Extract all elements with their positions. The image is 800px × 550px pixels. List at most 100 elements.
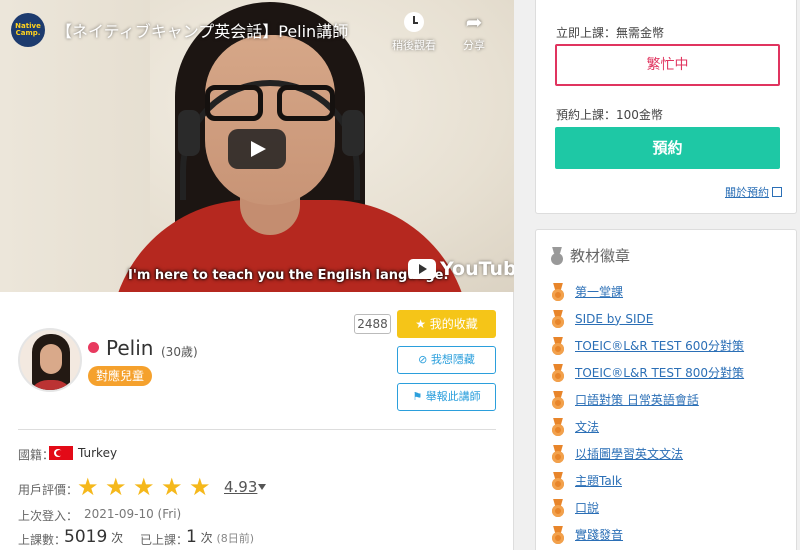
list-item: TOEIC®L&R TEST 600分對策 bbox=[551, 332, 744, 359]
hide-label: 我想隱藏 bbox=[430, 353, 475, 366]
eye-slash-icon: ⊘ bbox=[418, 353, 428, 366]
medal-icon bbox=[550, 247, 564, 265]
list-item: 文法 bbox=[551, 413, 744, 440]
channel-logo[interactable]: Native Camp. bbox=[11, 13, 45, 47]
youtube-play-icon bbox=[408, 259, 436, 279]
play-button[interactable] bbox=[228, 129, 286, 169]
taken-count-wrap: 1 次 (8日前) bbox=[186, 527, 254, 547]
badge-link[interactable]: TOEIC®L&R TEST 800分對策 bbox=[575, 364, 744, 381]
channel-logo-line2: Camp. bbox=[15, 29, 41, 37]
nationality-value: Turkey bbox=[78, 446, 118, 460]
badge-link[interactable]: 口說 bbox=[575, 499, 599, 516]
list-item: 實踐發音 bbox=[551, 521, 744, 548]
list-item: 口說 bbox=[551, 494, 744, 521]
star-icon: ★ bbox=[161, 473, 183, 501]
rating-stars: ★ ★ ★ ★ ★ bbox=[77, 473, 211, 501]
medal-icon bbox=[551, 337, 565, 355]
headset-ear-left bbox=[178, 110, 200, 156]
reserve-button[interactable]: 預約 bbox=[555, 127, 780, 169]
badge-link[interactable]: 主題Talk bbox=[575, 472, 622, 489]
avatar bbox=[18, 328, 82, 392]
headset-ear-right bbox=[342, 110, 364, 156]
lessons-count: 5019 bbox=[64, 527, 108, 547]
list-item: 以插圖學習英文文法 bbox=[551, 440, 744, 467]
badge-link[interactable]: 以插圖學習英文文法 bbox=[575, 445, 683, 462]
clock-icon bbox=[404, 12, 424, 32]
badge-link[interactable]: 第一堂課 bbox=[575, 283, 623, 300]
instant-lesson-label: 立即上課：無需金幣 bbox=[556, 26, 665, 40]
medal-icon bbox=[551, 445, 565, 463]
taken-unit: 次 bbox=[200, 531, 213, 545]
last-login-label: 上次登入： bbox=[18, 509, 79, 523]
reserve-lesson-label: 預約上課：100金幣 bbox=[556, 108, 663, 122]
badge-list: 第一堂課 SIDE by SIDE TOEIC®L&R TEST 600分對策 … bbox=[551, 278, 744, 548]
rating-value[interactable]: 4.93 bbox=[224, 478, 257, 496]
medal-icon bbox=[551, 499, 565, 517]
medal-icon bbox=[551, 283, 565, 301]
medal-icon bbox=[551, 364, 565, 382]
video-title[interactable]: 【ネイティブキャンプ英会話】Pelin講師 bbox=[56, 18, 348, 42]
watch-later-label: 稍後觀看 bbox=[392, 39, 436, 52]
badge-card: 教材徽章 第一堂課 SIDE by SIDE TOEIC®L&R TEST 60… bbox=[535, 229, 797, 550]
watch-later-button[interactable]: 稍後觀看 bbox=[384, 12, 444, 53]
video-player[interactable]: Native Camp. 【ネイティブキャンプ英会話】Pelin講師 稍後觀看 … bbox=[0, 0, 514, 292]
star-icon: ★ bbox=[415, 317, 426, 331]
favorite-count: 2488 bbox=[354, 314, 391, 334]
teacher-name: Pelin bbox=[106, 336, 154, 360]
badge-link[interactable]: TOEIC®L&R TEST 600分對策 bbox=[575, 337, 744, 354]
star-icon: ★ bbox=[77, 473, 99, 501]
medal-icon bbox=[551, 472, 565, 490]
status-dot bbox=[88, 342, 99, 353]
video-caption: I'm here to teach you the English langua… bbox=[128, 268, 449, 283]
divider bbox=[18, 429, 496, 430]
taken-label: 已上課： bbox=[140, 533, 189, 547]
medal-icon bbox=[551, 418, 565, 436]
badge-header: 教材徽章 bbox=[550, 245, 630, 266]
favorite-button[interactable]: ★ 我的收藏 bbox=[397, 310, 496, 338]
medal-icon bbox=[551, 391, 565, 409]
kids-badge: 對應兒童 bbox=[88, 366, 153, 386]
about-reservation-link[interactable]: 關於預約 bbox=[725, 184, 782, 200]
list-item: SIDE by SIDE bbox=[551, 305, 744, 332]
share-icon: ➦ bbox=[465, 10, 483, 34]
medal-icon bbox=[551, 526, 565, 544]
share-button[interactable]: ➦ 分享 bbox=[444, 12, 504, 53]
taken-ago: (8日前) bbox=[216, 532, 255, 545]
badge-link[interactable]: 口語對策 日常英語會話 bbox=[575, 391, 699, 408]
hide-button[interactable]: ⊘ 我想隱藏 bbox=[397, 346, 496, 374]
star-icon: ★ bbox=[189, 473, 211, 501]
badge-title: 教材徽章 bbox=[570, 247, 631, 265]
badge-link[interactable]: 實踐發音 bbox=[575, 526, 623, 543]
last-login-value: 2021-09-10 (Fri) bbox=[84, 507, 182, 521]
favorite-label: 我的收藏 bbox=[429, 317, 478, 331]
teacher-panel: Native Camp. 【ネイティブキャンプ英会話】Pelin講師 稍後觀看 … bbox=[0, 0, 514, 550]
star-icon: ★ bbox=[133, 473, 155, 501]
badge-link[interactable]: 文法 bbox=[575, 418, 599, 435]
list-item: 主題Talk bbox=[551, 467, 744, 494]
caret-down-icon[interactable] bbox=[258, 484, 266, 490]
list-item: 第一堂課 bbox=[551, 278, 744, 305]
lessons-label: 上課數： bbox=[18, 533, 67, 547]
report-label: 舉報此講師 bbox=[425, 390, 481, 403]
report-button[interactable]: ⚑ 舉報此講師 bbox=[397, 383, 496, 411]
video-person-glasses bbox=[205, 85, 335, 125]
share-label: 分享 bbox=[463, 39, 485, 52]
rating-label: 用戶評價： bbox=[18, 483, 79, 497]
booking-card: 立即上課：無需金幣 繁忙中 預約上課：100金幣 預約 關於預約 bbox=[535, 0, 797, 214]
external-link-icon bbox=[772, 187, 782, 197]
list-item: 口語對策 日常英語會話 bbox=[551, 386, 744, 413]
teacher-age: (30歲) bbox=[161, 345, 198, 359]
medal-icon bbox=[551, 310, 565, 328]
lessons-unit: 次 bbox=[111, 531, 124, 545]
star-icon: ★ bbox=[105, 473, 127, 501]
turkey-flag-icon bbox=[49, 446, 73, 460]
badge-link[interactable]: SIDE by SIDE bbox=[575, 312, 653, 326]
lessons-count-wrap: 5019 次 bbox=[64, 527, 123, 547]
youtube-wordmark: YouTube bbox=[440, 258, 514, 280]
taken-count: 1 bbox=[186, 527, 197, 547]
youtube-logo[interactable]: YouTube bbox=[408, 258, 514, 280]
busy-button[interactable]: 繁忙中 bbox=[555, 44, 780, 86]
about-reservation-label: 關於預約 bbox=[725, 186, 769, 199]
flag-icon: ⚑ bbox=[412, 390, 423, 403]
list-item: TOEIC®L&R TEST 800分對策 bbox=[551, 359, 744, 386]
